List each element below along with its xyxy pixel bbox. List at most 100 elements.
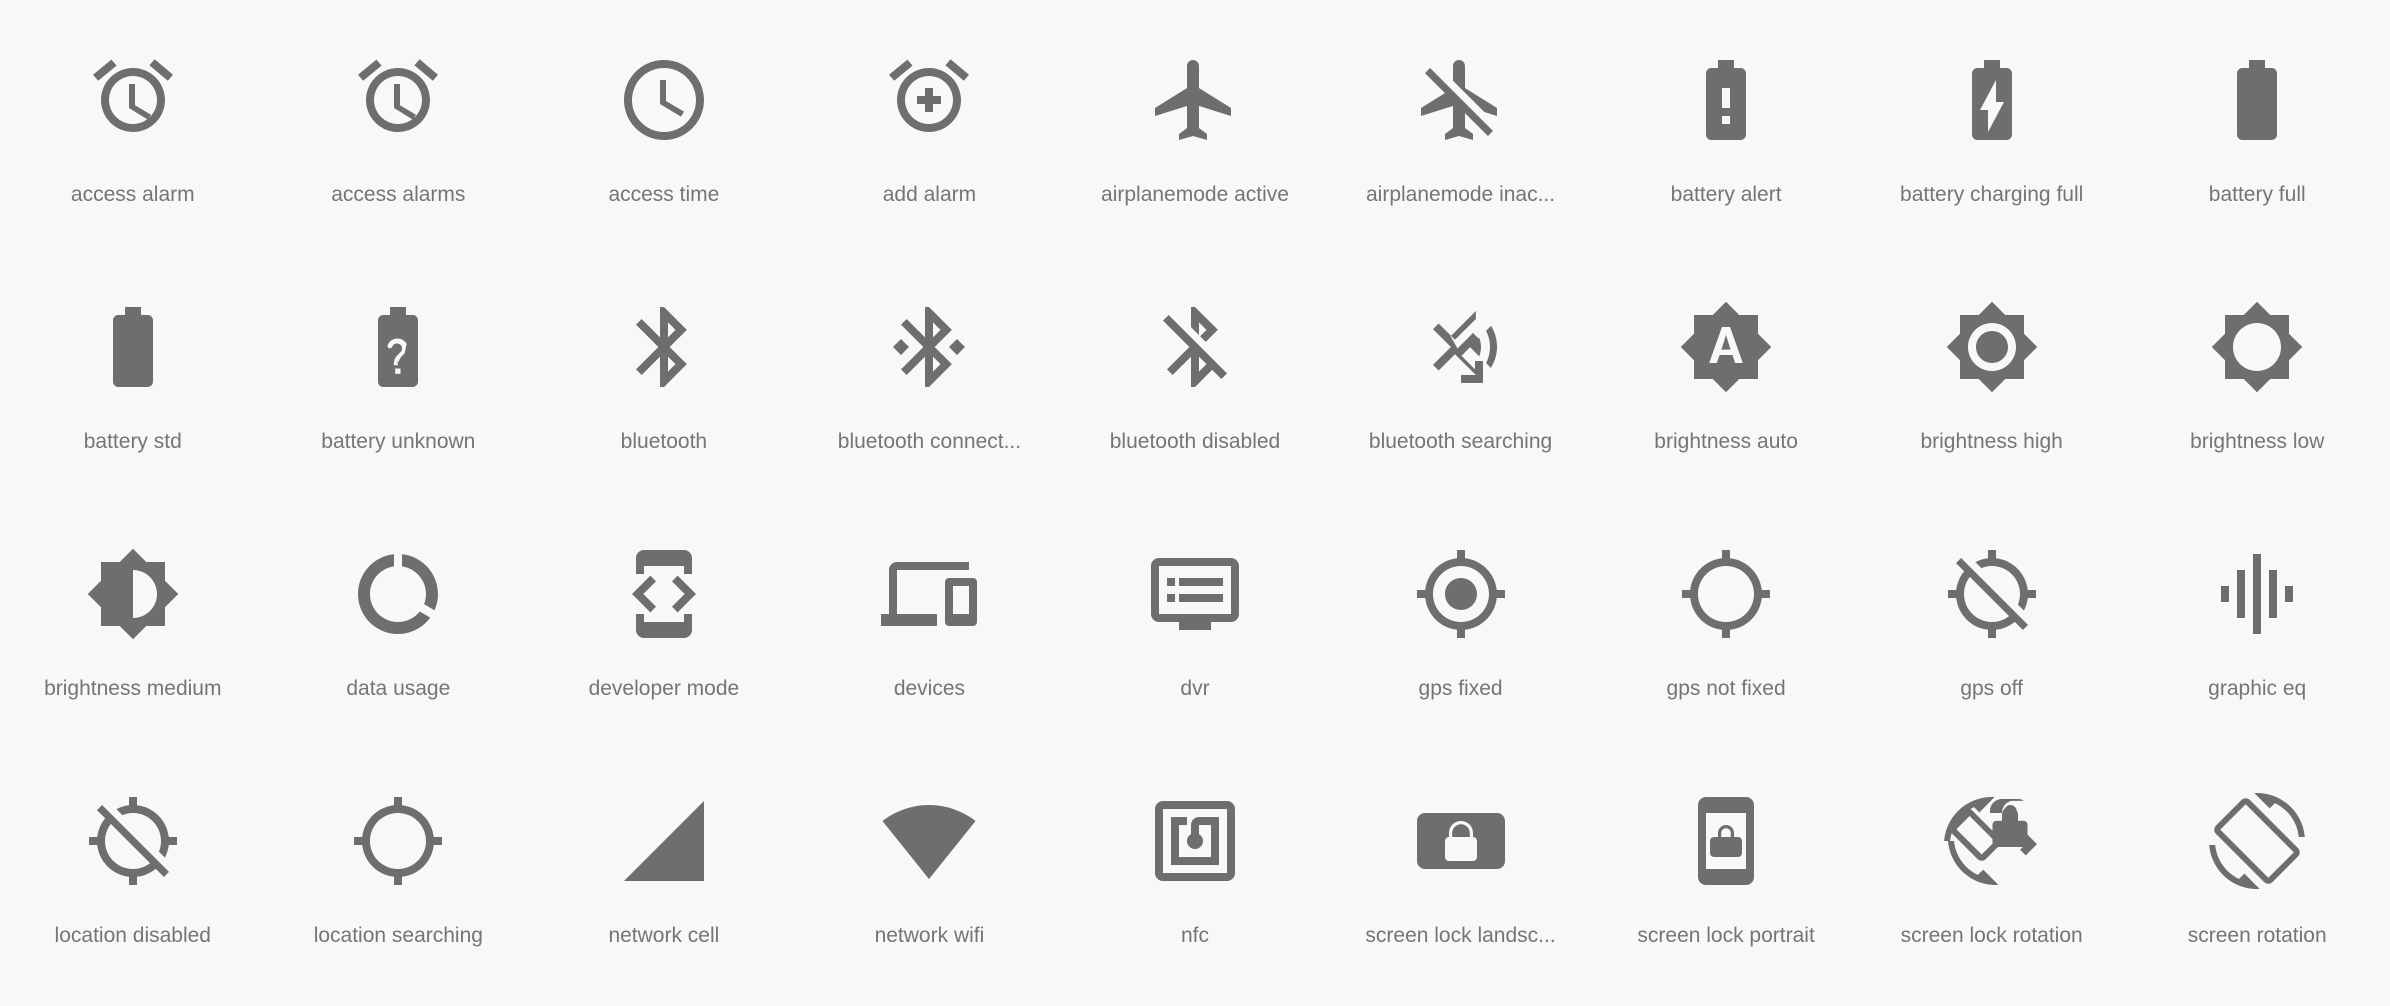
screen-lock-portrait-icon bbox=[1666, 781, 1786, 901]
icon-label: location disabled bbox=[54, 924, 211, 947]
gps-off-icon bbox=[1932, 534, 2052, 654]
airplanemode-active-icon bbox=[1135, 40, 1255, 160]
dvr-icon bbox=[1135, 534, 1255, 654]
icon-cell[interactable]: airplanemode inac... bbox=[1328, 18, 1594, 265]
icon-label: gps not fixed bbox=[1666, 677, 1786, 700]
developer-mode-icon bbox=[604, 534, 724, 654]
icon-cell[interactable]: access alarm bbox=[0, 18, 266, 265]
icon-label: screen lock portrait bbox=[1637, 924, 1815, 947]
battery-unknown-icon bbox=[338, 287, 458, 407]
icon-label: bluetooth connect... bbox=[837, 430, 1022, 453]
icon-cell[interactable]: gps off bbox=[1859, 512, 2125, 759]
icon-cell[interactable]: location searching bbox=[266, 759, 532, 1006]
icon-label: battery alert bbox=[1670, 183, 1782, 206]
icon-cell[interactable]: add alarm bbox=[797, 18, 1063, 265]
icon-label: battery charging full bbox=[1900, 183, 2084, 206]
icon-label: access alarms bbox=[331, 183, 466, 206]
icon-label: screen lock rotation bbox=[1900, 924, 2083, 947]
icon-cell[interactable]: data usage bbox=[266, 512, 532, 759]
icon-cell[interactable]: bluetooth disabled bbox=[1062, 265, 1328, 512]
icon-cell[interactable]: battery alert bbox=[1593, 18, 1859, 265]
network-cell-icon bbox=[604, 781, 724, 901]
bluetooth-searching-icon bbox=[1401, 287, 1521, 407]
devices-icon bbox=[869, 534, 989, 654]
icon-label: nfc bbox=[1180, 924, 1209, 947]
icon-cell[interactable]: location disabled bbox=[0, 759, 266, 1006]
icon-label: bluetooth bbox=[620, 430, 708, 453]
icon-cell[interactable]: developer mode bbox=[531, 512, 797, 759]
icon-cell[interactable]: access time bbox=[531, 18, 797, 265]
icon-label: devices bbox=[893, 677, 966, 700]
nfc-icon bbox=[1135, 781, 1255, 901]
icon-cell[interactable]: battery std bbox=[0, 265, 266, 512]
icon-cell[interactable]: devices bbox=[797, 512, 1063, 759]
icon-cell[interactable]: battery unknown bbox=[266, 265, 532, 512]
icon-label: brightness auto bbox=[1654, 430, 1798, 453]
icon-label: brightness low bbox=[2190, 430, 2325, 453]
icon-cell[interactable]: bluetooth connect... bbox=[797, 265, 1063, 512]
icon-label: access time bbox=[608, 183, 720, 206]
gps-fixed-icon bbox=[1401, 534, 1521, 654]
icon-cell[interactable]: battery full bbox=[2124, 18, 2390, 265]
battery-charging-full-icon bbox=[1932, 40, 2052, 160]
airplanemode-inactive-icon bbox=[1401, 40, 1521, 160]
brightness-low-icon bbox=[2197, 287, 2317, 407]
icon-cell[interactable]: gps fixed bbox=[1328, 512, 1594, 759]
icon-label: graphic eq bbox=[2208, 677, 2307, 700]
screen-rotation-icon bbox=[2197, 781, 2317, 901]
bluetooth-connected-icon bbox=[869, 287, 989, 407]
icon-label: gps off bbox=[1960, 677, 2023, 700]
icon-cell[interactable]: brightness high bbox=[1859, 265, 2125, 512]
icon-cell[interactable]: bluetooth searching bbox=[1328, 265, 1594, 512]
bluetooth-icon bbox=[604, 287, 724, 407]
icon-cell[interactable]: graphic eq bbox=[2124, 512, 2390, 759]
icon-label: access alarm bbox=[70, 183, 195, 206]
icon-cell[interactable]: brightness low bbox=[2124, 265, 2390, 512]
icon-cell[interactable]: screen rotation bbox=[2124, 759, 2390, 1006]
screen-lock-landscape-icon bbox=[1401, 781, 1521, 901]
battery-alert-icon bbox=[1666, 40, 1786, 160]
battery-std-icon bbox=[73, 287, 193, 407]
graphic-eq-icon bbox=[2197, 534, 2317, 654]
network-wifi-icon bbox=[869, 781, 989, 901]
brightness-high-icon bbox=[1932, 287, 2052, 407]
icon-label: network wifi bbox=[874, 924, 985, 947]
add-alarm-icon bbox=[869, 40, 989, 160]
access-alarms-icon bbox=[338, 40, 458, 160]
icon-cell[interactable]: brightness medium bbox=[0, 512, 266, 759]
screen-lock-rotation-icon bbox=[1932, 781, 2052, 901]
icon-label: data usage bbox=[346, 677, 451, 700]
icon-cell[interactable]: bluetooth bbox=[531, 265, 797, 512]
icon-label: add alarm bbox=[882, 183, 977, 206]
icon-cell[interactable]: gps not fixed bbox=[1593, 512, 1859, 759]
icon-gallery-grid: access alarm access alarms access time add … bbox=[0, 0, 2390, 988]
brightness-medium-icon bbox=[73, 534, 193, 654]
data-usage-icon bbox=[338, 534, 458, 654]
icon-label: brightness medium bbox=[44, 677, 222, 700]
icon-label: dvr bbox=[1180, 677, 1210, 700]
icon-cell[interactable]: airplanemode active bbox=[1062, 18, 1328, 265]
icon-label: location searching bbox=[313, 924, 483, 947]
icon-cell[interactable]: access alarms bbox=[266, 18, 532, 265]
icon-label: network cell bbox=[608, 924, 720, 947]
icon-label: airplanemode inac... bbox=[1365, 183, 1556, 206]
icon-label: gps fixed bbox=[1418, 677, 1503, 700]
icon-label: bluetooth disabled bbox=[1109, 430, 1281, 453]
icon-cell[interactable]: brightness auto bbox=[1593, 265, 1859, 512]
icon-label: screen rotation bbox=[2187, 924, 2327, 947]
icon-cell[interactable]: network wifi bbox=[797, 759, 1063, 1006]
icon-cell[interactable]: network cell bbox=[531, 759, 797, 1006]
icon-cell[interactable]: nfc bbox=[1062, 759, 1328, 1006]
icon-label: screen lock landsc... bbox=[1365, 924, 1556, 947]
battery-full-icon bbox=[2197, 40, 2317, 160]
icon-cell[interactable]: screen lock landsc... bbox=[1328, 759, 1594, 1006]
bluetooth-disabled-icon bbox=[1135, 287, 1255, 407]
icon-label: battery full bbox=[2208, 183, 2306, 206]
icon-cell[interactable]: battery charging full bbox=[1859, 18, 2125, 265]
icon-label: battery std bbox=[83, 430, 182, 453]
icon-cell[interactable]: screen lock portrait bbox=[1593, 759, 1859, 1006]
icon-label: airplanemode active bbox=[1101, 183, 1289, 206]
icon-cell[interactable]: dvr bbox=[1062, 512, 1328, 759]
brightness-auto-icon bbox=[1666, 287, 1786, 407]
icon-cell[interactable]: screen lock rotation bbox=[1859, 759, 2125, 1006]
